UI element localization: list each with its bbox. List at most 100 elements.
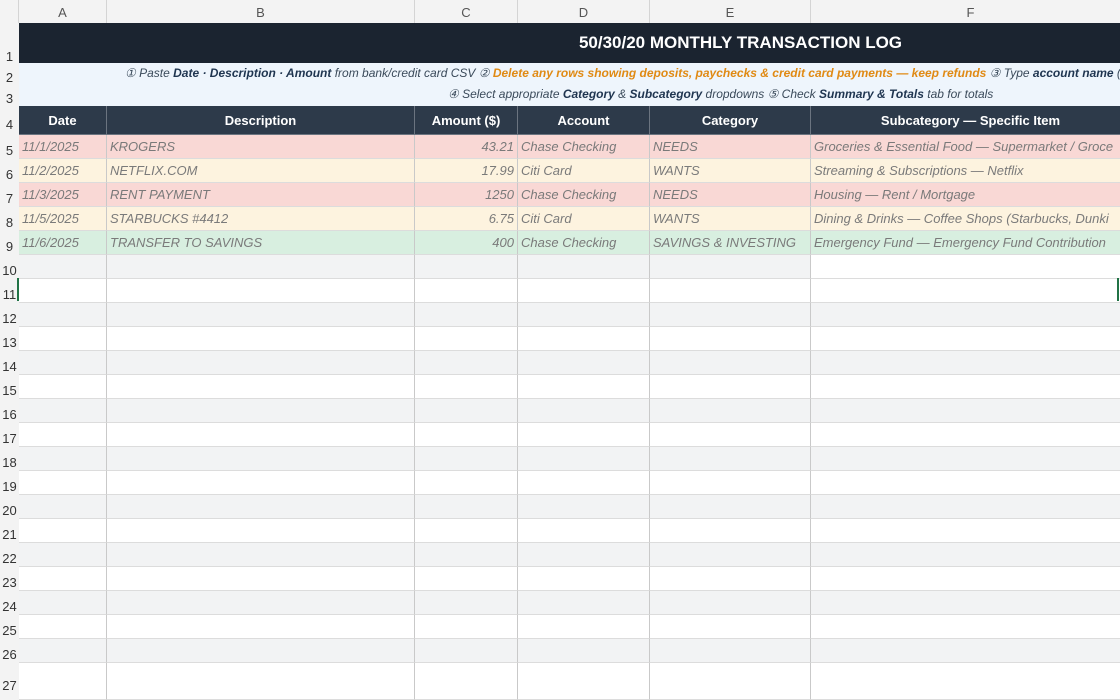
- header-description[interactable]: Description: [107, 106, 415, 135]
- empty-cell[interactable]: [19, 495, 107, 519]
- empty-cell[interactable]: [107, 255, 415, 279]
- cell-account[interactable]: Citi Card: [518, 159, 650, 183]
- select-all-corner[interactable]: [0, 0, 19, 23]
- empty-cell[interactable]: [650, 567, 811, 591]
- empty-cell[interactable]: [518, 471, 650, 495]
- empty-cell[interactable]: [518, 423, 650, 447]
- empty-cell[interactable]: [811, 519, 1120, 543]
- row-header-22[interactable]: 22: [0, 543, 19, 567]
- empty-cell[interactable]: [650, 255, 811, 279]
- empty-cell[interactable]: [650, 351, 811, 375]
- empty-cell[interactable]: [415, 351, 518, 375]
- empty-cell[interactable]: [811, 255, 1120, 279]
- empty-cell[interactable]: [19, 567, 107, 591]
- empty-cell[interactable]: [107, 471, 415, 495]
- empty-cell[interactable]: [518, 567, 650, 591]
- cell-subcategory[interactable]: Emergency Fund — Emergency Fund Contribu…: [811, 231, 1120, 255]
- row-header-26[interactable]: 26: [0, 639, 19, 663]
- empty-cell[interactable]: [650, 399, 811, 423]
- empty-cell[interactable]: [518, 279, 650, 303]
- empty-cell[interactable]: [650, 519, 811, 543]
- empty-cell[interactable]: [811, 375, 1120, 399]
- empty-cell[interactable]: [107, 591, 415, 615]
- empty-cell[interactable]: [107, 399, 415, 423]
- cell-account[interactable]: Chase Checking: [518, 135, 650, 159]
- row-header-20[interactable]: 20: [0, 495, 19, 519]
- row-header-13[interactable]: 13: [0, 327, 19, 351]
- cell-category[interactable]: NEEDS: [650, 135, 811, 159]
- empty-cell[interactable]: [518, 399, 650, 423]
- empty-cell[interactable]: [107, 375, 415, 399]
- empty-cell[interactable]: [415, 255, 518, 279]
- cell-category[interactable]: NEEDS: [650, 183, 811, 207]
- cell-amount[interactable]: 400: [415, 231, 518, 255]
- empty-cell[interactable]: [650, 279, 811, 303]
- cell-account[interactable]: Chase Checking: [518, 183, 650, 207]
- cell-account[interactable]: Chase Checking: [518, 231, 650, 255]
- empty-cell[interactable]: [811, 423, 1120, 447]
- empty-cell[interactable]: [650, 615, 811, 639]
- empty-cell[interactable]: [518, 519, 650, 543]
- row-header-12[interactable]: 12: [0, 303, 19, 327]
- empty-cell[interactable]: [19, 255, 107, 279]
- empty-cell[interactable]: [107, 615, 415, 639]
- cell-date[interactable]: 11/1/2025: [19, 135, 107, 159]
- empty-cell[interactable]: [415, 423, 518, 447]
- empty-cell[interactable]: [415, 471, 518, 495]
- empty-cell[interactable]: [650, 327, 811, 351]
- empty-cell[interactable]: [415, 327, 518, 351]
- header-subcategory[interactable]: Subcategory — Specific Item: [811, 106, 1120, 135]
- column-header-f[interactable]: F: [811, 0, 1120, 23]
- empty-cell[interactable]: [19, 663, 107, 700]
- row-header-1[interactable]: 1: [0, 23, 19, 64]
- empty-cell[interactable]: [811, 471, 1120, 495]
- empty-cell[interactable]: [415, 663, 518, 700]
- empty-cell[interactable]: [650, 375, 811, 399]
- empty-cell[interactable]: [811, 279, 1120, 303]
- cell-category[interactable]: WANTS: [650, 207, 811, 231]
- empty-cell[interactable]: [415, 543, 518, 567]
- empty-cell[interactable]: [415, 375, 518, 399]
- cell-date[interactable]: 11/3/2025: [19, 183, 107, 207]
- empty-cell[interactable]: [518, 663, 650, 700]
- empty-cell[interactable]: [19, 423, 107, 447]
- cell-category[interactable]: SAVINGS & INVESTING: [650, 231, 811, 255]
- empty-cell[interactable]: [650, 495, 811, 519]
- cell-description[interactable]: NETFLIX.COM: [107, 159, 415, 183]
- column-header-c[interactable]: C: [415, 0, 518, 23]
- cell-amount[interactable]: 43.21: [415, 135, 518, 159]
- empty-cell[interactable]: [107, 279, 415, 303]
- column-header-a[interactable]: A: [19, 0, 107, 23]
- empty-cell[interactable]: [107, 519, 415, 543]
- header-amount[interactable]: Amount ($): [415, 106, 518, 135]
- empty-cell[interactable]: [415, 567, 518, 591]
- empty-cell[interactable]: [518, 375, 650, 399]
- empty-cell[interactable]: [415, 399, 518, 423]
- cell-amount[interactable]: 6.75: [415, 207, 518, 231]
- empty-cell[interactable]: [518, 447, 650, 471]
- empty-cell[interactable]: [650, 447, 811, 471]
- empty-cell[interactable]: [415, 615, 518, 639]
- empty-cell[interactable]: [518, 255, 650, 279]
- row-header-18[interactable]: 18: [0, 447, 19, 471]
- row-header-14[interactable]: 14: [0, 351, 19, 375]
- empty-cell[interactable]: [107, 351, 415, 375]
- empty-cell[interactable]: [518, 615, 650, 639]
- cell-subcategory[interactable]: Housing — Rent / Mortgage: [811, 183, 1120, 207]
- empty-cell[interactable]: [650, 591, 811, 615]
- empty-cell[interactable]: [650, 639, 811, 663]
- cell-description[interactable]: TRANSFER TO SAVINGS: [107, 231, 415, 255]
- empty-cell[interactable]: [415, 303, 518, 327]
- row-header-16[interactable]: 16: [0, 399, 19, 423]
- cell-subcategory[interactable]: Streaming & Subscriptions — Netflix: [811, 159, 1120, 183]
- cell-subcategory[interactable]: Dining & Drinks — Coffee Shops (Starbuck…: [811, 207, 1120, 231]
- empty-cell[interactable]: [19, 519, 107, 543]
- row-header-9[interactable]: 9: [0, 231, 19, 255]
- empty-cell[interactable]: [650, 423, 811, 447]
- empty-cell[interactable]: [19, 639, 107, 663]
- empty-cell[interactable]: [811, 591, 1120, 615]
- empty-cell[interactable]: [811, 663, 1120, 700]
- row-header-19[interactable]: 19: [0, 471, 19, 495]
- empty-cell[interactable]: [650, 303, 811, 327]
- cell-date[interactable]: 11/6/2025: [19, 231, 107, 255]
